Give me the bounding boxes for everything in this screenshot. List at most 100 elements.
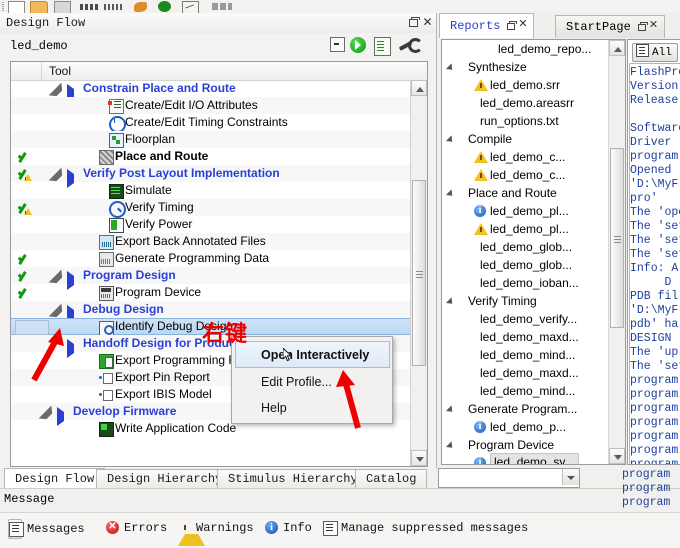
tree-row[interactable]: Create/Edit Timing Constraints	[11, 114, 410, 133]
report-row-label: led_demo_verify...	[480, 312, 578, 326]
scroll-thumb[interactable]	[610, 148, 624, 328]
report-bars-icon[interactable]	[80, 4, 98, 10]
expander-triangle-icon[interactable]	[445, 405, 456, 415]
report-tree-row[interactable]: led_demo_maxd...	[442, 364, 608, 382]
tree-row-label: Develop Firmware	[73, 404, 177, 418]
chevron-down-icon[interactable]	[562, 469, 579, 485]
report-tree-row[interactable]: led_demo.areasrr	[442, 94, 608, 112]
report-row-label: Program Device	[468, 438, 555, 452]
expander-triangle-icon[interactable]	[445, 189, 456, 199]
restore-icon[interactable]	[637, 22, 648, 32]
report-tree-row[interactable]: led_demo_repo...	[442, 40, 608, 58]
scroll-thumb[interactable]	[412, 180, 426, 366]
main-toolbar	[0, 0, 680, 14]
palette-icon[interactable]	[134, 2, 147, 12]
tree-row[interactable]: Constrain Place and Route	[11, 80, 410, 106]
report-tree-row[interactable]: led_demo_mind...	[442, 382, 608, 400]
configure-options-icon[interactable]	[398, 37, 423, 54]
tree-row[interactable]: Floorplan	[11, 131, 410, 148]
report-row-label: led_demo_pl...	[490, 222, 569, 236]
report-row-label: led_demo_maxd...	[480, 330, 579, 344]
scroll-up-button[interactable]	[609, 40, 625, 56]
log-filter-label: All	[652, 47, 672, 59]
tree-row[interactable]: Program Device	[11, 284, 410, 301]
expander-triangle-icon[interactable]	[445, 63, 456, 73]
log-filter-all-button[interactable]: All	[632, 43, 678, 62]
report-tree-row[interactable]: Place and Route	[442, 184, 608, 202]
export-back-annotated-icon	[99, 235, 114, 250]
status-check-icon	[17, 165, 37, 182]
tree-scrollbar[interactable]	[410, 80, 427, 466]
tree-row[interactable]: Program Design	[11, 267, 410, 293]
tree-row[interactable]: Export Back Annotated Files	[11, 233, 410, 250]
expander-triangle-icon[interactable]	[445, 441, 456, 451]
report-row-label: led_demo.areasrr	[480, 96, 575, 110]
report-tree-row[interactable]: led_demo_c...	[442, 166, 608, 184]
tab-stimulus-hierarchy[interactable]: Stimulus Hierarchy	[217, 469, 369, 489]
report-tree-row[interactable]: Synthesize	[442, 58, 608, 76]
tree-row[interactable]: Create/Edit I/O Attributes	[11, 97, 410, 114]
identify-debug-design-icon	[99, 321, 114, 336]
report-tree-row[interactable]: led_demo_c...	[442, 148, 608, 166]
reports-pane-tabs: Reports ✕ StartPage ✕	[437, 13, 680, 38]
tree-row[interactable]: Verify Timing	[11, 199, 410, 218]
report-tree-row[interactable]: led_demo_ioban...	[442, 274, 608, 292]
run-icon[interactable]	[158, 1, 171, 12]
restore-icon[interactable]	[507, 21, 518, 31]
report-tree-row[interactable]: led_demo_pl...	[442, 202, 608, 220]
report-tree-row[interactable]: Generate Program...	[442, 400, 608, 418]
run-flow-icon[interactable]	[350, 37, 366, 53]
report-tree-row[interactable]: Program Device	[442, 436, 608, 454]
misc-icon[interactable]	[212, 3, 232, 10]
collapse-all-icon[interactable]	[330, 37, 345, 52]
report-scrollbar[interactable]	[608, 40, 625, 464]
report-tree-row[interactable]: led_demo.srr	[442, 76, 608, 94]
report-tree-row[interactable]: led_demo_pl...	[442, 220, 608, 238]
report-row-label: run_options.txt	[480, 114, 559, 128]
tree-row[interactable]: Simulate	[11, 182, 410, 199]
tab-design-hierarchy[interactable]: Design Hierarchy	[96, 469, 234, 489]
report-row-label: led_demo_repo...	[498, 42, 592, 56]
messages-button[interactable]: Messages	[8, 519, 85, 539]
report-bars2-icon[interactable]	[104, 4, 122, 10]
export-programming-file-icon	[99, 354, 114, 369]
report-tree-row[interactable]: led_demo_sy...	[442, 453, 608, 464]
report-tree-row[interactable]: led_demo_maxd...	[442, 328, 608, 346]
report-row-label: Compile	[468, 132, 513, 146]
restore-icon[interactable]	[408, 17, 420, 28]
report-tree-row[interactable]: led_demo_glob...	[442, 256, 608, 274]
report-tree-row[interactable]: led_demo_glob...	[442, 238, 608, 256]
status-check-icon	[17, 250, 37, 267]
warnings-label: Warnings	[196, 521, 254, 535]
message-panel-header: Message	[0, 488, 680, 513]
bottom-combo-box[interactable]	[438, 468, 580, 488]
scroll-up-button[interactable]	[411, 80, 427, 96]
close-icon[interactable]: ✕	[518, 20, 527, 31]
expander-triangle-icon[interactable]	[445, 297, 456, 307]
tab-reports[interactable]: Reports ✕	[439, 13, 535, 38]
report-tree-row[interactable]: led_demo_mind...	[442, 346, 608, 364]
report-tree-row[interactable]: led_demo_verify...	[442, 310, 608, 328]
report-tree-row[interactable]: run_options.txt	[442, 112, 608, 130]
view-report-icon[interactable]	[374, 37, 391, 56]
toolbar-grip[interactable]	[2, 2, 4, 11]
scroll-down-button[interactable]	[411, 450, 427, 466]
close-icon[interactable]: ✕	[422, 16, 433, 28]
tab-startpage[interactable]: StartPage ✕	[555, 15, 665, 38]
close-icon[interactable]: ✕	[649, 21, 658, 32]
report-tree-row[interactable]: Verify Timing	[442, 292, 608, 310]
tab-design-flow[interactable]: Design Flow	[4, 468, 106, 490]
report-row-label: Place and Route	[468, 186, 557, 200]
report-tree-row[interactable]: Compile	[442, 130, 608, 148]
tree-row[interactable]: Verify Power	[11, 216, 410, 233]
tree-row[interactable]: Generate Programming Data	[11, 250, 410, 267]
error-icon	[106, 518, 119, 536]
tree-row-label: Write Application Code	[115, 421, 237, 435]
scroll-down-button[interactable]	[609, 448, 625, 464]
tree-row[interactable]: Verify Post Layout Implementation	[11, 165, 410, 191]
tool-column-label: Tool	[49, 64, 72, 78]
report-tree-row[interactable]: led_demo_p...	[442, 418, 608, 436]
expander-triangle-icon[interactable]	[445, 135, 456, 145]
tree-row[interactable]: Place and Route	[11, 148, 410, 165]
tab-catalog[interactable]: Catalog	[355, 469, 428, 489]
